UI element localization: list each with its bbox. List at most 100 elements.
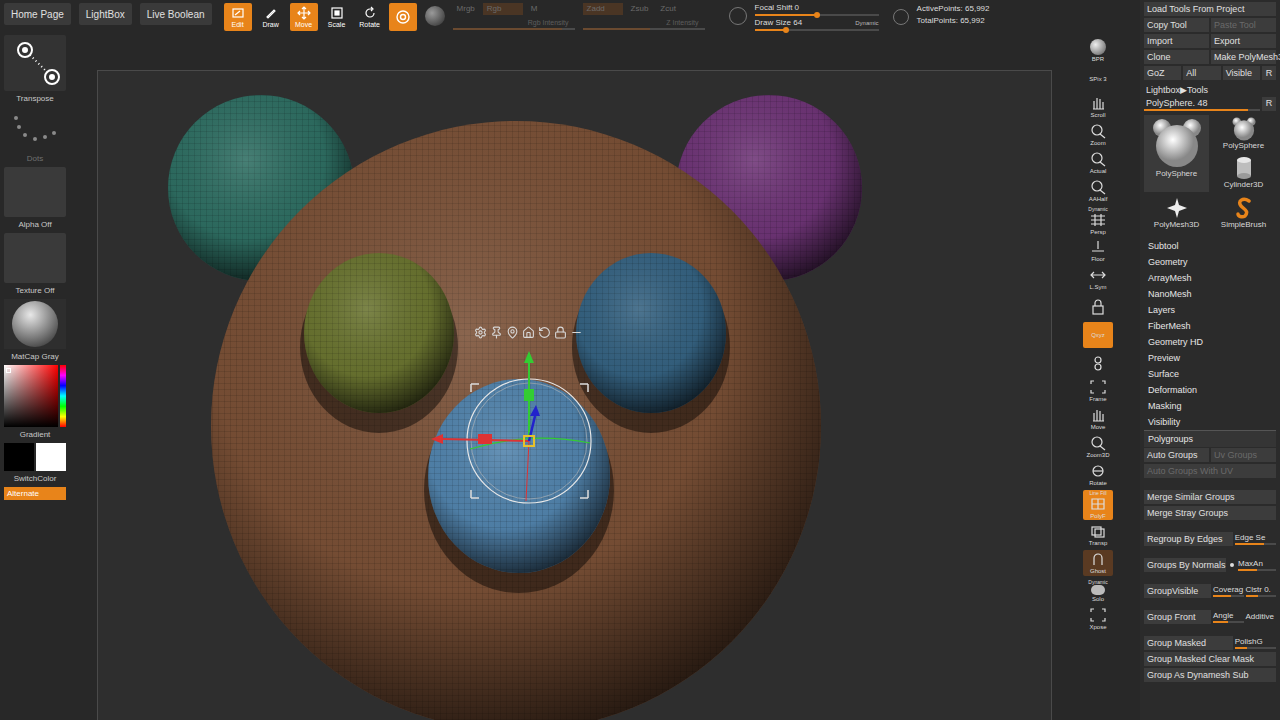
tool-menu[interactable]: Subtool: [1144, 238, 1276, 254]
shelf-button[interactable]: AAHalf: [1083, 178, 1113, 204]
slider-track[interactable]: [755, 29, 879, 31]
shelf-button[interactable]: Rotate: [1083, 462, 1113, 488]
alternate-button[interactable]: Alternate: [4, 487, 66, 500]
tool-menu[interactable]: ArrayMesh: [1144, 270, 1276, 286]
polygroup-slider[interactable]: Edge Se: [1235, 532, 1276, 546]
mode-button[interactable]: Rotate: [356, 3, 384, 31]
polygroup-button[interactable]: Groups By Normals: [1144, 558, 1226, 572]
lock-icon[interactable]: [554, 326, 567, 339]
color-picker[interactable]: [4, 365, 66, 427]
material-button[interactable]: [4, 299, 66, 349]
stroke-button[interactable]: [4, 107, 66, 151]
tool-menu[interactable]: NanoMesh: [1144, 286, 1276, 302]
slider-track[interactable]: [1213, 595, 1244, 597]
polygroup-button[interactable]: GroupVisible: [1144, 584, 1211, 598]
toggle-dot[interactable]: [1228, 558, 1236, 572]
tool-button[interactable]: All: [1183, 66, 1220, 80]
transpose-button[interactable]: [4, 35, 66, 91]
tool-button[interactable]: GoZ: [1144, 66, 1181, 80]
collapse-icon[interactable]: [570, 326, 583, 339]
tool-menu[interactable]: FiberMesh: [1144, 318, 1276, 334]
tool-menu[interactable]: Deformation: [1144, 382, 1276, 398]
tool-menu[interactable]: Surface: [1144, 366, 1276, 382]
location-icon[interactable]: [506, 326, 519, 339]
shelf-button[interactable]: Zoom3D: [1083, 434, 1113, 460]
mode-button[interactable]: Edit: [224, 3, 252, 31]
transpose-gizmo[interactable]: [431, 351, 591, 503]
polygroup-button[interactable]: Group Front: [1144, 610, 1211, 624]
menu-button[interactable]: Live Boolean: [140, 3, 212, 25]
polygroup-button[interactable]: Auto Groups: [1144, 448, 1209, 462]
slider-knob[interactable]: [783, 27, 789, 33]
shelf-button[interactable]: Ghost: [1083, 550, 1113, 576]
tool-button[interactable]: Visible: [1223, 66, 1260, 80]
shelf-button[interactable]: L.Sym: [1083, 266, 1113, 292]
tool-thumbnail[interactable]: PolySphere: [1211, 115, 1276, 153]
polygroup-slider[interactable]: Coverag: [1213, 584, 1244, 598]
slider-track[interactable]: [1213, 621, 1244, 623]
mode-button[interactable]: Draw: [257, 3, 285, 31]
shelf-button[interactable]: Floor: [1083, 238, 1113, 264]
shelf-button[interactable]: [1083, 294, 1113, 320]
tool-button[interactable]: Make PolyMesh3D: [1211, 50, 1276, 64]
shelf-button[interactable]: Scroll: [1083, 94, 1113, 120]
color-swatch[interactable]: [4, 443, 34, 471]
alpha-button[interactable]: [4, 167, 66, 217]
polygroup-button[interactable]: Regroup By Edges: [1144, 532, 1233, 546]
tool-thumbnail[interactable]: PolySphere: [1144, 115, 1209, 192]
gear-icon[interactable]: [474, 326, 487, 339]
shelf-button[interactable]: Actual: [1083, 150, 1113, 176]
shelf-button[interactable]: BPR: [1083, 38, 1113, 64]
texture-button[interactable]: [4, 233, 66, 283]
viewport[interactable]: [97, 70, 1052, 720]
shelf-button[interactable]: Move: [1083, 406, 1113, 432]
polygroup-option[interactable]: Additive: [1246, 610, 1277, 624]
menu-button[interactable]: Home Page: [4, 3, 71, 25]
shelf-button[interactable]: Xpose: [1083, 606, 1113, 632]
slider-knob[interactable]: [814, 12, 820, 18]
tool-button[interactable]: Export: [1211, 34, 1276, 48]
polygroup-button[interactable]: Group Masked Clear Mask: [1144, 652, 1276, 666]
tool-menu[interactable]: Geometry: [1144, 254, 1276, 270]
menu-button[interactable]: LightBox: [79, 3, 132, 25]
polygroup-button[interactable]: Merge Similar Groups: [1144, 490, 1276, 504]
color-swatch[interactable]: [36, 443, 66, 471]
tool-menu[interactable]: Geometry HD: [1144, 334, 1276, 350]
slider-track[interactable]: [1235, 647, 1276, 649]
tool-menu[interactable]: Masking: [1144, 398, 1276, 414]
polygroup-button[interactable]: Group Masked: [1144, 636, 1233, 650]
shelf-button[interactable]: Zoom: [1083, 122, 1113, 148]
mode-button[interactable]: Scale: [323, 3, 351, 31]
tool-menu[interactable]: Visibility: [1144, 414, 1276, 430]
polygroup-button[interactable]: Merge Stray Groups: [1144, 506, 1276, 520]
slider-track[interactable]: [1144, 109, 1260, 111]
tool-button[interactable]: Clone: [1144, 50, 1209, 64]
polygroup-slider[interactable]: Clstr 0.: [1246, 584, 1277, 598]
tool-button[interactable]: Import: [1144, 34, 1209, 48]
tool-thumbnail[interactable]: Cylinder3D: [1211, 154, 1276, 192]
current-tool-slider[interactable]: PolySphere. 48: [1144, 98, 1260, 111]
tool-menu[interactable]: Polygroups: [1144, 430, 1276, 447]
reset-button[interactable]: R: [1262, 97, 1276, 111]
tool-button[interactable]: R: [1262, 66, 1276, 80]
slider-track[interactable]: [1246, 595, 1277, 597]
tool-button[interactable]: Copy Tool: [1144, 18, 1209, 32]
shelf-button[interactable]: Transp: [1083, 522, 1113, 548]
slider-track[interactable]: [755, 14, 879, 16]
lightbox-tools[interactable]: Lightbox▶Tools: [1144, 83, 1276, 97]
dynamic-toggle[interactable]: Dynamic: [855, 19, 878, 27]
polygroup-button[interactable]: Group As Dynamesh Sub: [1144, 668, 1276, 682]
polygroup-slider[interactable]: MaxAn: [1238, 558, 1276, 572]
gizmo-toggle[interactable]: [389, 3, 417, 31]
shelf-button[interactable]: SPix 3: [1083, 66, 1113, 92]
tool-thumbnail[interactable]: PolyMesh3D: [1144, 194, 1209, 232]
shelf-button[interactable]: Frame: [1083, 378, 1113, 404]
pin-icon[interactable]: [490, 326, 503, 339]
tool-menu[interactable]: Preview: [1144, 350, 1276, 366]
shelf-button[interactable]: DynamicPersp: [1083, 206, 1113, 236]
shelf-button[interactable]: DynamicSolo: [1083, 578, 1113, 604]
polygroup-slider[interactable]: PolishG: [1235, 636, 1276, 650]
slider-track[interactable]: [583, 28, 705, 30]
slider-track[interactable]: [1238, 569, 1276, 571]
slider-track[interactable]: [453, 28, 575, 30]
